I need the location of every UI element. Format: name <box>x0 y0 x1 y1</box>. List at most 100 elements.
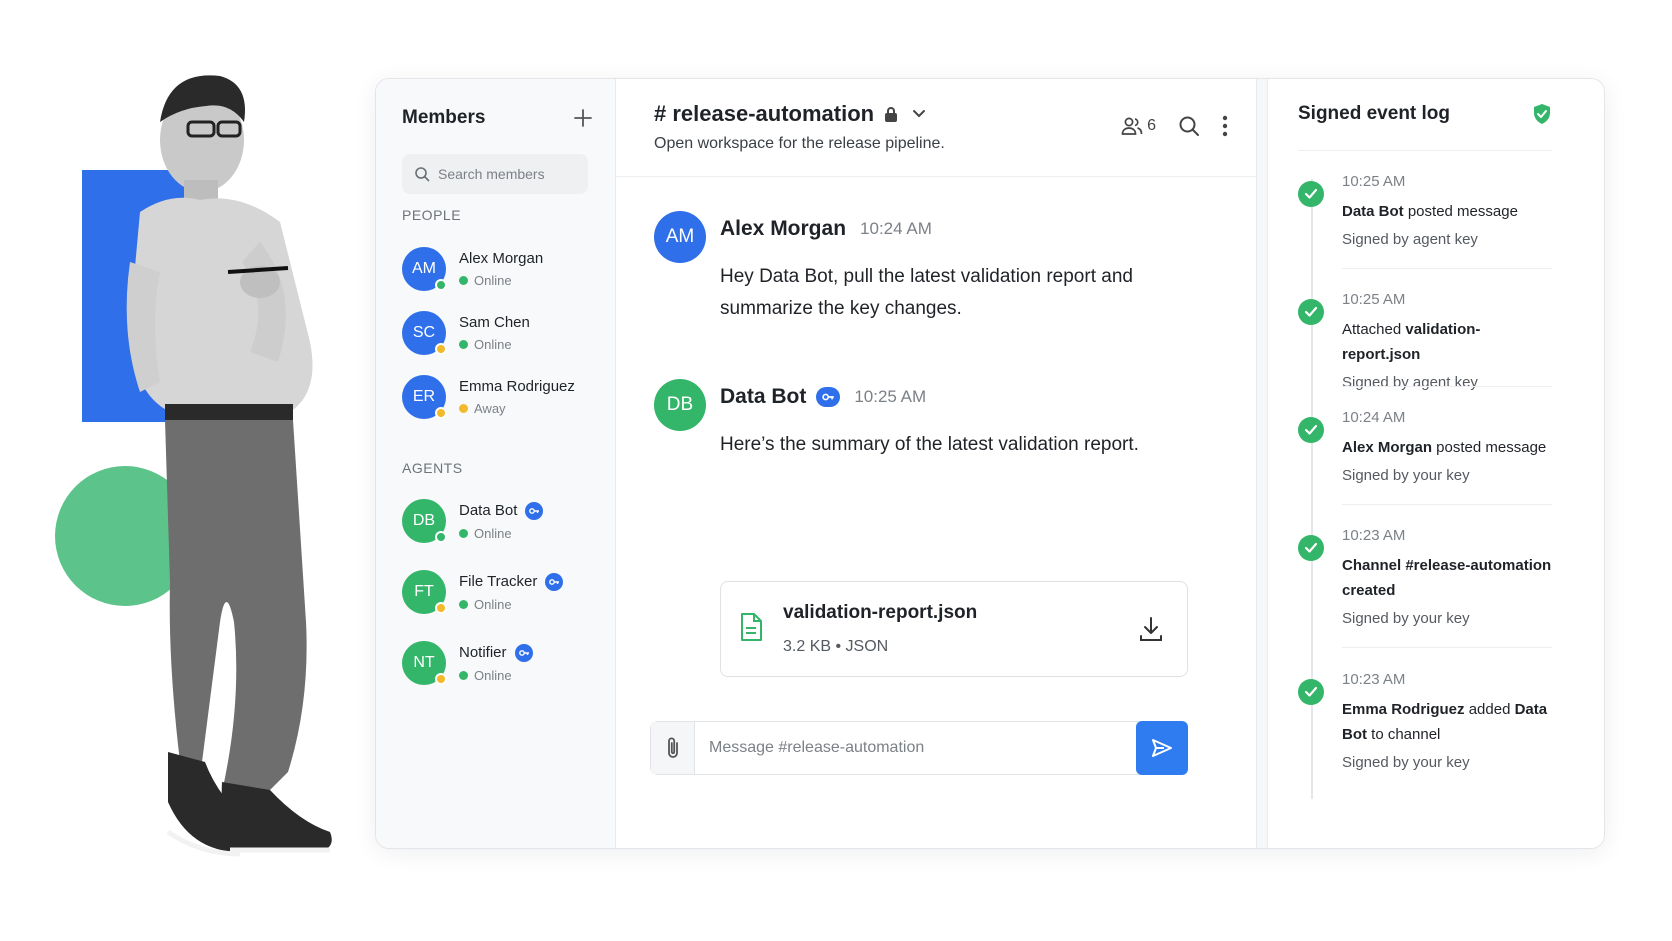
agent-file-tracker[interactable]: FT File Tracker Online <box>402 567 602 617</box>
member-name: Data Bot <box>459 501 544 520</box>
signed-event-log-panel: Signed event log 10:25 AM Data Bot poste… <box>1268 79 1604 848</box>
log-event: Channel #release-automation created <box>1342 557 1552 599</box>
member-name: Sam Chen <box>459 314 530 331</box>
log-title: Signed event log <box>1298 103 1451 124</box>
search-icon <box>415 167 430 182</box>
presence-dot <box>435 673 447 685</box>
presence-dot <box>435 279 447 291</box>
member-alex-morgan[interactable]: AM Alex Morgan Online <box>402 244 602 294</box>
log-signature: Signed by your key <box>1342 467 1470 484</box>
member-sam-chen[interactable]: SC Sam Chen Online <box>402 308 602 358</box>
file-attachment-card[interactable]: validation-report.json 3.2 KB • JSON <box>720 581 1188 677</box>
people-section-label: PEOPLE <box>402 207 462 223</box>
agent-key-icon <box>816 387 841 407</box>
members-title: Members <box>402 107 486 128</box>
presence-dot <box>435 531 447 543</box>
presence-dot <box>435 343 447 355</box>
member-status: Online <box>459 273 543 288</box>
add-member-button[interactable] <box>574 108 592 128</box>
agent-notifier[interactable]: NT Notifier Online <box>402 638 602 688</box>
download-icon <box>1140 617 1162 641</box>
log-event: Attached validation-report.json <box>1342 321 1481 363</box>
search-button[interactable] <box>1178 115 1200 137</box>
file-document-icon <box>741 613 762 641</box>
member-emma-rodriguez[interactable]: ER Emma Rodriguez Away <box>402 372 602 422</box>
log-signature: Signed by your key <box>1342 610 1470 627</box>
chat-app-window: Members PEOPLE AM Alex Morgan Online SC … <box>375 78 1605 849</box>
divider <box>1342 268 1552 269</box>
log-time: 10:25 AM <box>1342 173 1406 190</box>
log-event: Alex Morgan posted message <box>1342 439 1547 456</box>
message-input[interactable] <box>695 722 1136 774</box>
send-button[interactable] <box>1136 721 1188 775</box>
file-name: validation-report.json <box>783 602 978 623</box>
member-name: Notifier <box>459 643 533 662</box>
avatar: SC <box>402 311 447 355</box>
agents-section-label: AGENTS <box>402 460 463 476</box>
member-count-button[interactable]: 6 <box>1121 116 1156 136</box>
attach-button[interactable] <box>651 722 695 774</box>
avatar: AM <box>654 211 706 263</box>
member-search[interactable] <box>402 154 588 194</box>
presence-dot <box>435 602 447 614</box>
check-icon <box>1298 535 1324 561</box>
search-icon <box>1179 116 1199 136</box>
agent-data-bot[interactable]: DB Data Bot Online <box>402 496 602 546</box>
divider <box>1342 386 1552 387</box>
timeline-rail <box>1311 179 1313 799</box>
divider <box>1342 647 1552 648</box>
log-time: 10:24 AM <box>1342 409 1406 426</box>
search-members-input[interactable] <box>438 166 588 182</box>
avatar: AM <box>402 247 447 291</box>
avatar: ER <box>402 375 447 419</box>
chat-header: # release-automation Open workspace for … <box>616 79 1256 177</box>
download-button[interactable] <box>1139 616 1163 647</box>
message-author[interactable]: Data Bot <box>720 385 806 409</box>
message-composer <box>650 721 1188 775</box>
panel-divider <box>1256 79 1268 848</box>
member-count: 6 <box>1147 117 1156 134</box>
member-name: Emma Rodriguez <box>459 378 575 395</box>
file-meta: 3.2 KB • JSON <box>783 638 889 655</box>
log-header: Signed event log <box>1298 103 1552 151</box>
more-vertical-icon <box>1222 115 1228 137</box>
member-status: Online <box>459 526 543 541</box>
header-toolbar: 6 <box>1121 115 1228 137</box>
channel-description: Open workspace for the release pipeline. <box>654 135 945 152</box>
check-icon <box>1298 181 1324 207</box>
log-time: 10:23 AM <box>1342 671 1406 688</box>
plus-icon <box>574 109 592 127</box>
message-text: Here’s the summary of the latest validat… <box>720 434 1139 455</box>
members-header: Members <box>402 107 592 129</box>
message-timestamp: 10:25 AM <box>854 387 927 406</box>
log-time: 10:23 AM <box>1342 527 1406 544</box>
message-author[interactable]: Alex Morgan <box>720 217 846 241</box>
message-timestamp: 10:24 AM <box>860 219 932 238</box>
log-signature: Signed by agent key <box>1342 374 1478 391</box>
member-status: Online <box>459 337 530 352</box>
presence-dot <box>435 407 447 419</box>
send-icon <box>1152 739 1172 757</box>
member-status: Online <box>459 668 533 683</box>
message-text: Hey Data Bot, pull the latest validation… <box>720 266 1133 319</box>
avatar: FT <box>402 570 447 614</box>
member-status: Away <box>459 401 575 416</box>
paperclip-icon <box>667 737 678 758</box>
member-name: File Tracker <box>459 572 564 591</box>
check-icon <box>1298 417 1324 443</box>
chevron-down-icon[interactable] <box>912 109 926 119</box>
member-status: Online <box>459 597 563 612</box>
person-illustration <box>126 75 332 857</box>
check-icon <box>1298 299 1324 325</box>
chat-panel: # release-automation Open workspace for … <box>616 79 1256 848</box>
member-name: Alex Morgan <box>459 250 544 267</box>
more-options-button[interactable] <box>1222 115 1228 137</box>
people-icon <box>1121 117 1143 135</box>
members-panel: Members PEOPLE AM Alex Morgan Online SC … <box>376 79 616 848</box>
check-icon <box>1298 679 1324 705</box>
log-event: Emma Rodriguez added Data Bot to channel <box>1342 701 1548 743</box>
agent-key-icon <box>514 643 533 662</box>
agent-key-icon <box>525 501 544 520</box>
channel-title[interactable]: # release-automation <box>654 101 926 127</box>
shield-check-icon <box>1534 104 1550 124</box>
